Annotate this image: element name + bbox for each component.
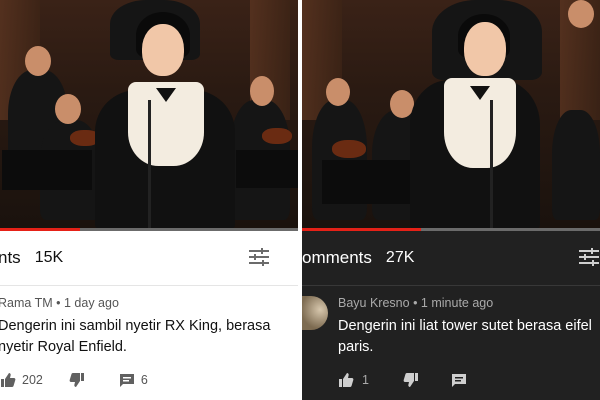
violin xyxy=(332,140,366,158)
comments-title: nts xyxy=(0,248,21,267)
thumbs-up-icon[interactable] xyxy=(0,372,16,388)
thumbs-down-icon[interactable] xyxy=(403,372,419,388)
comment-time: 1 day ago xyxy=(63,296,119,310)
filter-sliders-icon[interactable] xyxy=(248,246,270,268)
comments-header: nts 15K xyxy=(0,245,63,271)
musician-head xyxy=(25,46,51,76)
comment-author[interactable]: Rama TM xyxy=(0,296,53,310)
meta-dot: • xyxy=(413,296,421,310)
singer-bow xyxy=(156,88,176,102)
music-stand xyxy=(2,150,92,190)
thumbs-up-icon[interactable] xyxy=(338,372,354,388)
reply-comment-icon[interactable] xyxy=(451,372,467,388)
comment-text-line: paris. xyxy=(338,339,374,355)
comments-title: omments xyxy=(302,248,372,267)
singer-bow xyxy=(470,86,490,100)
comment-text-line: nyetir Royal Enfield. xyxy=(0,339,127,355)
filter-sliders-icon[interactable] xyxy=(578,246,600,268)
music-stand xyxy=(322,160,412,204)
music-stand xyxy=(236,150,298,188)
video-progress-fill xyxy=(0,228,81,231)
comment-author[interactable]: Bayu Kresno xyxy=(338,296,410,310)
left-screenshot-panel: nts 15K Rama TM • 1 day ago Dengerin ini… xyxy=(0,0,298,400)
meta-dot: • xyxy=(56,296,64,310)
video-progress-bar[interactable] xyxy=(302,228,600,231)
reply-count: 6 xyxy=(140,373,148,387)
video-player[interactable] xyxy=(302,0,600,228)
comments-count: 27K xyxy=(385,249,415,266)
musician-head xyxy=(250,76,274,106)
microphone-stand xyxy=(148,100,151,228)
video-progress-bar[interactable] xyxy=(0,228,298,231)
comments-header: omments 27K xyxy=(302,245,414,271)
microphone-stand xyxy=(490,100,493,228)
violin xyxy=(262,128,292,144)
comment-text-line: Dengerin ini liat tower sutet berasa eif… xyxy=(338,318,592,334)
musician-head xyxy=(326,78,350,106)
singer-face xyxy=(142,24,184,76)
comment-actions: 202 6 xyxy=(0,372,148,388)
right-screenshot-panel: omments 27K Bayu Kresno • 1 minute ago D… xyxy=(302,0,600,400)
comment-text: Dengerin ini sambil nyetir RX King, bera… xyxy=(0,316,288,358)
reply-comment-icon[interactable] xyxy=(119,372,135,388)
comment-meta: Bayu Kresno • 1 minute ago xyxy=(338,296,493,310)
like-count: 1 xyxy=(362,373,369,387)
comment-actions: 1 xyxy=(338,372,467,388)
singer-face xyxy=(464,22,506,76)
header-divider xyxy=(302,285,600,286)
comment-meta: Rama TM • 1 day ago xyxy=(0,296,119,310)
musician-head xyxy=(568,0,594,28)
avatar[interactable] xyxy=(302,296,328,330)
comment-text-line: Dengerin ini sambil nyetir RX King, bera… xyxy=(0,318,271,334)
comments-count: 15K xyxy=(34,249,64,266)
comment-time: 1 minute ago xyxy=(420,296,494,310)
thumbs-down-icon[interactable] xyxy=(69,372,85,388)
like-count: 202 xyxy=(22,373,43,387)
musician-head xyxy=(55,94,81,124)
musician xyxy=(552,110,600,220)
comment-text: Dengerin ini liat tower sutet berasa eif… xyxy=(338,316,600,358)
header-divider xyxy=(0,285,298,286)
video-player[interactable] xyxy=(0,0,298,228)
video-progress-fill xyxy=(302,228,422,231)
